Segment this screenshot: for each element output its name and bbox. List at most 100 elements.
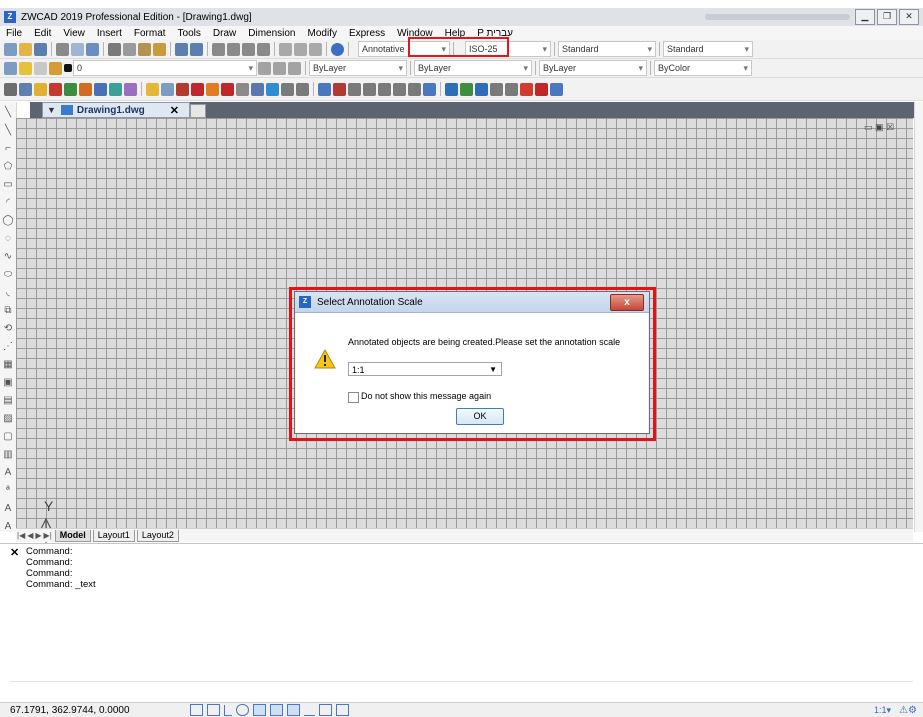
- text-left-icon[interactable]: A: [2, 503, 14, 515]
- dyn-icon[interactable]: [286, 704, 300, 716]
- lock-icon[interactable]: [49, 61, 62, 75]
- pan-icon[interactable]: [212, 42, 225, 56]
- otrack-icon[interactable]: [269, 704, 283, 716]
- tab-menu-arrow-icon[interactable]: ▼: [47, 105, 56, 115]
- zoom-realtime-icon[interactable]: [227, 42, 240, 56]
- spell-check-icon[interactable]: ª: [2, 485, 14, 497]
- properties-icon[interactable]: [279, 42, 292, 56]
- express-icon-13[interactable]: [221, 82, 234, 96]
- mtext-left-icon[interactable]: A: [2, 467, 14, 479]
- gradient-icon[interactable]: ▥: [2, 449, 14, 461]
- menu-insert[interactable]: Insert: [91, 28, 128, 39]
- menu-dimension[interactable]: Dimension: [242, 28, 301, 39]
- linetype-dropdown[interactable]: ByLayer: [414, 60, 532, 76]
- express-icon-15[interactable]: [251, 82, 264, 96]
- hatch-icon[interactable]: ▦: [2, 359, 14, 371]
- minimize-button[interactable]: ▁: [855, 9, 875, 25]
- lineweight-dropdown[interactable]: ByLayer: [539, 60, 647, 76]
- menu-format[interactable]: Format: [128, 28, 172, 39]
- image-icon[interactable]: ▨: [2, 413, 14, 425]
- mleader-style-dropdown[interactable]: Standard: [663, 41, 753, 57]
- polyline-icon[interactable]: ⌐: [2, 143, 14, 155]
- express-icon-17[interactable]: [281, 82, 294, 96]
- make-current-icon[interactable]: [258, 61, 271, 75]
- insert-block-icon[interactable]: ⧉: [2, 305, 14, 317]
- make-block-icon[interactable]: ⟲: [2, 323, 14, 335]
- command-close-icon[interactable]: ✕: [10, 546, 19, 559]
- plotstyle-dropdown[interactable]: ByColor: [654, 60, 752, 76]
- arc-icon[interactable]: ◜: [2, 197, 14, 209]
- polygon-icon[interactable]: ⬠: [2, 161, 14, 173]
- attribute-icon[interactable]: A: [2, 521, 14, 533]
- express-icon-4[interactable]: [79, 82, 92, 96]
- express-icon-3[interactable]: [64, 82, 77, 96]
- new-tab-button[interactable]: [190, 104, 206, 118]
- pdf-icon[interactable]: [535, 82, 548, 96]
- save-icon[interactable]: [34, 42, 47, 56]
- spline-icon[interactable]: ∿: [2, 251, 14, 263]
- dialog-title-bar[interactable]: Z Select Annotation Scale x: [295, 292, 649, 313]
- express-icon-26[interactable]: [423, 82, 436, 96]
- express-icon-1[interactable]: [34, 82, 47, 96]
- do-not-show-checkbox[interactable]: [348, 392, 359, 403]
- express-icon-22[interactable]: [363, 82, 376, 96]
- rectangle-icon[interactable]: ▭: [2, 179, 14, 191]
- express-icon-32[interactable]: [520, 82, 533, 96]
- copy-icon[interactable]: [123, 42, 136, 56]
- preview-icon[interactable]: [71, 42, 84, 56]
- express-icon-30[interactable]: [490, 82, 503, 96]
- close-window-button[interactable]: ✕: [899, 9, 919, 25]
- express-icon-14[interactable]: [236, 82, 249, 96]
- express-icon-16[interactable]: [266, 82, 279, 96]
- prev-tab-icon[interactable]: ◀: [27, 531, 33, 540]
- circle-icon[interactable]: ◯: [2, 215, 14, 227]
- express-icon-20[interactable]: [333, 82, 346, 96]
- layer-state-icon[interactable]: [19, 61, 32, 75]
- menu-tools[interactable]: Tools: [172, 28, 207, 39]
- express-icon-2[interactable]: [49, 82, 62, 96]
- express-icon-12[interactable]: [206, 82, 219, 96]
- menu-file[interactable]: File: [0, 28, 28, 39]
- viewport-restore-icon[interactable]: ▣: [875, 122, 884, 132]
- next-tab-icon[interactable]: ▶: [35, 531, 41, 540]
- zoom-previous-icon[interactable]: [257, 42, 270, 56]
- design-center-icon[interactable]: [294, 42, 307, 56]
- publish-icon[interactable]: [86, 42, 99, 56]
- table-icon[interactable]: ▤: [2, 395, 14, 407]
- osnap-icon[interactable]: [252, 704, 266, 716]
- ray-icon[interactable]: ╲: [2, 125, 14, 137]
- tab-layout2[interactable]: Layout2: [136, 529, 179, 542]
- express-icon-8[interactable]: [146, 82, 159, 96]
- express-icon-21[interactable]: [348, 82, 361, 96]
- snap-icon[interactable]: [189, 704, 203, 716]
- ortho-icon[interactable]: [223, 704, 232, 716]
- mtext-icon[interactable]: [4, 82, 17, 96]
- qp-icon[interactable]: [335, 704, 349, 716]
- tab-drawing1[interactable]: ▼ Drawing1.dwg ✕: [42, 102, 190, 118]
- annotation-scale-select[interactable]: 1:1 ▼: [348, 362, 502, 376]
- express-icon-33[interactable]: [550, 82, 563, 96]
- cut-icon[interactable]: [108, 42, 121, 56]
- menu-edit[interactable]: Edit: [28, 28, 57, 39]
- polar-icon[interactable]: [235, 704, 249, 716]
- match-properties-icon[interactable]: [153, 42, 166, 56]
- tab-model[interactable]: Model: [54, 529, 91, 542]
- dialog-close-button[interactable]: x: [610, 294, 644, 311]
- paste-icon[interactable]: [138, 42, 151, 56]
- freeze-icon[interactable]: [34, 61, 47, 75]
- print-icon[interactable]: [56, 42, 69, 56]
- express-icon-9[interactable]: [161, 82, 174, 96]
- express-icon-27[interactable]: [445, 82, 458, 96]
- express-icon-18[interactable]: [296, 82, 309, 96]
- ellipse-icon[interactable]: ⬭: [2, 269, 14, 281]
- ellipse-arc-icon[interactable]: ◟: [2, 287, 14, 299]
- tab-layout1[interactable]: Layout1: [92, 529, 135, 542]
- express-icon-24[interactable]: [393, 82, 406, 96]
- express-icon-19[interactable]: [318, 82, 331, 96]
- grid-icon[interactable]: [206, 704, 220, 716]
- first-tab-icon[interactable]: |◀: [17, 531, 25, 540]
- lweight-icon[interactable]: [303, 705, 315, 716]
- command-input[interactable]: [10, 681, 913, 702]
- menu-draw[interactable]: Draw: [207, 28, 242, 39]
- express-icon-7[interactable]: [124, 82, 137, 96]
